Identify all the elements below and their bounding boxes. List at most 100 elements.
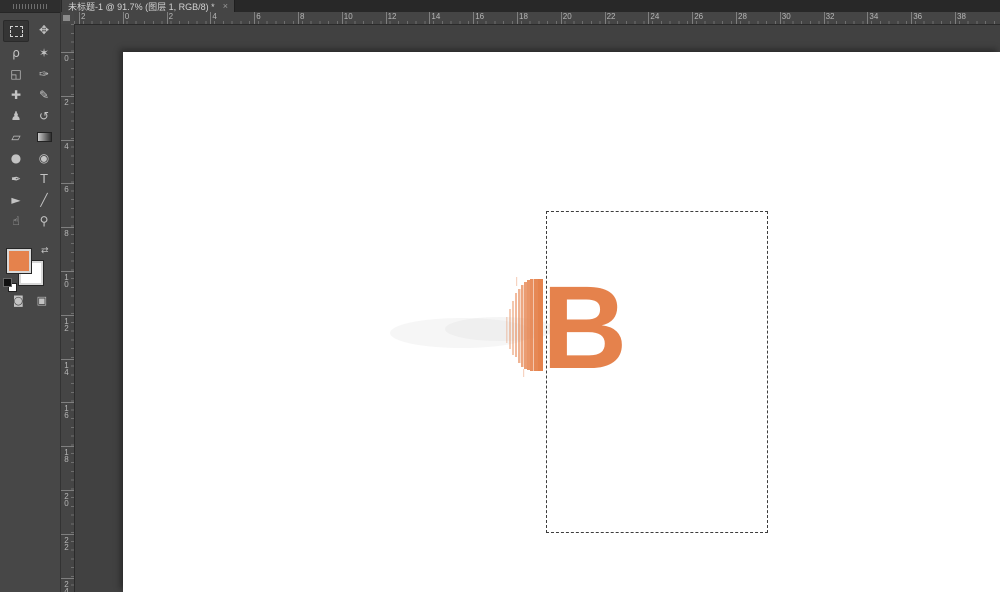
h-ruler-label: 18 [519, 12, 528, 21]
h-ruler-tick [517, 12, 518, 24]
clone-stamp-tool[interactable]: ♟ [3, 106, 29, 126]
type-tool[interactable]: T [31, 169, 57, 189]
hand-tool[interactable]: ☝ [3, 211, 29, 231]
v-ruler-tick [60, 183, 74, 185]
color-swatches: ⇄ [0, 246, 60, 292]
blur-tool[interactable]: ● [3, 148, 29, 168]
eraser-icon: ▱ [11, 130, 21, 144]
v-ruler-tick [60, 358, 74, 360]
v-ruler-label: 0 [62, 54, 71, 61]
h-ruler-label: 12 [387, 12, 397, 21]
h-ruler-label: 8 [300, 12, 305, 21]
v-ruler-tick [60, 139, 74, 141]
horizontal-ruler[interactable]: 2 0 2 4 6 8 10 12 14 16 18 20 22 24 26 28 30 32 34 36 38 [74, 12, 1000, 25]
line-tool[interactable]: ╱ [31, 190, 57, 210]
h-ruler-tick [210, 12, 212, 24]
v-ruler-label: 2 [62, 97, 71, 105]
h-ruler-label: 28 [738, 12, 747, 21]
h-ruler-label: 32 [825, 12, 835, 21]
eyedropper-icon: ✑ [38, 67, 50, 81]
h-ruler-label: 20 [562, 12, 572, 21]
h-ruler-label: 6 [256, 12, 261, 21]
h-ruler-tick [692, 12, 694, 24]
path-selection-icon: ► [11, 193, 21, 207]
spot-healing-brush-tool[interactable]: ✚ [3, 85, 29, 105]
document-tab-title: 未标题-1 @ 91.7% (图层 1, RGB/8) * [68, 1, 215, 12]
path-selection-tool[interactable]: ► [3, 190, 29, 210]
screen-mode-button[interactable]: ▣ [37, 294, 47, 307]
default-colors-icon[interactable] [3, 278, 17, 292]
h-ruler-tick [648, 12, 650, 24]
default-foreground-mini [3, 278, 12, 287]
blur-icon: ● [10, 151, 22, 165]
v-ruler-tick [60, 577, 74, 579]
tools-panel-grip[interactable] [0, 0, 60, 13]
tools-panel: ✥ ρ ✶ ◱ ✑ ✚ ✎ ♟ ↺ ▱ ● ◉ ✒ T ► ╱ ☝ ⚲ ⇄ ◙ ▣ [0, 0, 61, 592]
eraser-tool[interactable]: ▱ [3, 127, 29, 147]
v-ruler-label: 18 [62, 448, 71, 463]
h-ruler-tick [341, 12, 343, 24]
h-ruler-tick [298, 12, 299, 24]
crop-tool[interactable]: ◱ [3, 64, 29, 84]
h-ruler-label: 34 [869, 12, 879, 21]
dodge-tool[interactable]: ◉ [31, 148, 57, 168]
h-ruler-label: 2 [81, 12, 86, 21]
h-ruler-tick [473, 12, 475, 24]
h-ruler-label: 26 [694, 12, 704, 21]
h-ruler-tick [955, 12, 956, 24]
marquee-selection[interactable] [546, 211, 768, 533]
eyedropper-tool[interactable]: ✑ [31, 64, 57, 84]
quick-mask-button[interactable]: ◙ [13, 294, 24, 307]
v-ruler-label: 16 [62, 404, 71, 419]
dodge-icon: ◉ [38, 151, 50, 165]
h-ruler-tick [779, 12, 781, 24]
h-ruler-label: 4 [212, 12, 217, 21]
vertical-ruler[interactable]: 0 2 4 6 8 10 12 14 16 18 20 22 24 [60, 24, 75, 592]
v-ruler-label: 4 [62, 141, 71, 149]
h-ruler-label: 30 [781, 12, 791, 21]
v-ruler-tick [60, 314, 74, 316]
gradient-tool[interactable] [31, 127, 57, 147]
v-ruler-tick [60, 95, 74, 97]
rectangular-marquee-icon [9, 25, 23, 37]
v-ruler-label: 22 [62, 535, 71, 550]
pen-tool[interactable]: ✒ [3, 169, 29, 189]
history-brush-tool[interactable]: ↺ [31, 106, 57, 126]
lasso-tool[interactable]: ρ [3, 43, 29, 63]
zoom-tool[interactable]: ⚲ [31, 211, 57, 231]
h-ruler-tick [604, 12, 606, 24]
h-ruler-label: 24 [650, 12, 660, 21]
h-ruler-tick [385, 12, 387, 24]
rectangular-marquee-tool[interactable] [3, 20, 29, 42]
lasso-icon: ρ [12, 46, 20, 60]
v-ruler-label: 14 [62, 360, 71, 375]
tool-grid: ✥ ρ ✶ ◱ ✑ ✚ ✎ ♟ ↺ ▱ ● ◉ ✒ T ► ╱ ☝ ⚲ [0, 13, 60, 231]
foreground-color-swatch[interactable] [6, 248, 32, 274]
h-ruler-label: 14 [431, 12, 441, 21]
document-canvas[interactable]: B [123, 52, 1000, 592]
brush-tool[interactable]: ✎ [31, 85, 57, 105]
swap-colors-icon[interactable]: ⇄ [41, 246, 49, 256]
move-tool[interactable]: ✥ [31, 20, 57, 40]
h-ruler-tick [823, 12, 825, 24]
v-ruler-tick [60, 402, 74, 404]
pasteboard: B [74, 24, 1000, 592]
v-ruler-label: 24 [62, 579, 71, 592]
h-ruler-label: 16 [475, 12, 485, 21]
h-ruler-tick [166, 12, 168, 24]
v-ruler-tick [60, 271, 74, 272]
h-ruler-label: 2 [168, 12, 174, 21]
document-tab[interactable]: 未标题-1 @ 91.7% (图层 1, RGB/8) * × [62, 0, 235, 12]
v-ruler-label: 20 [62, 492, 71, 506]
type-icon: T [40, 172, 48, 186]
v-ruler-label: 10 [62, 273, 71, 287]
v-ruler-tick [60, 533, 74, 535]
h-ruler-tick [911, 12, 913, 24]
pen-icon: ✒ [10, 172, 22, 186]
tab-close-icon[interactable]: × [223, 1, 228, 11]
h-ruler-label: 36 [913, 12, 923, 21]
v-ruler-label: 12 [62, 316, 71, 331]
brush-icon: ✎ [38, 88, 50, 102]
magic-wand-tool[interactable]: ✶ [31, 43, 57, 63]
grip-dots-icon [13, 3, 47, 9]
